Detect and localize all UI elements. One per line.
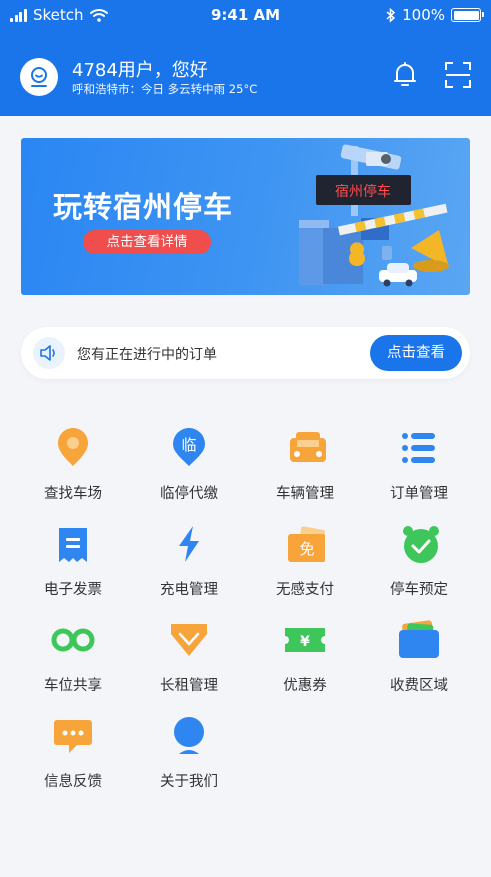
menu-charging-management[interactable]: 充电管理 (134, 524, 244, 604)
banner-title: 玩转宿州停车 (53, 190, 234, 224)
lightning-icon (179, 526, 199, 562)
menu-label: 车位共享 (44, 678, 102, 694)
alarm-clock-icon (403, 526, 439, 563)
chat-bubble-icon (54, 720, 92, 753)
promo-banner[interactable]: 玩转宿州停车 点击查看详情 宿州停车 (21, 138, 470, 295)
menu-vehicle-management[interactable]: 车辆管理 (250, 428, 360, 508)
header: 4784用户，您好 呼和浩特市：今日 多云转中雨 25°C (0, 30, 491, 116)
ongoing-order-notice: 您有正在进行中的订单 点击查看 (21, 327, 470, 379)
user-avatar-icon (31, 67, 47, 87)
status-bar: Sketch 9:41 AM 100% (0, 0, 491, 30)
infinity-icon (51, 628, 95, 652)
avatar[interactable] (20, 58, 58, 96)
location-pin-icon (58, 428, 88, 466)
menu-order-management[interactable]: 订单管理 (364, 428, 474, 508)
menu-feedback[interactable]: 信息反馈 (18, 716, 128, 796)
menu-label: 收费区域 (390, 678, 448, 694)
menu-label: 充电管理 (160, 582, 218, 598)
view-order-button[interactable]: 点击查看 (370, 335, 462, 371)
car-icon (290, 432, 326, 462)
invoice-icon (59, 528, 87, 562)
menu-temp-parking-pay[interactable]: 临 临停代缴 (134, 428, 244, 508)
list-icon (402, 433, 435, 463)
diamond-icon (171, 624, 207, 656)
speaker-icon (33, 337, 65, 369)
menu-coupons[interactable]: ¥ 优惠券 (250, 620, 360, 700)
notice-text: 您有正在进行中的订单 (77, 347, 217, 363)
coupon-icon: ¥ (285, 628, 325, 652)
parking-gate-illustration: 宿州停车 (299, 144, 449, 287)
menu-label: 停车预定 (390, 582, 448, 598)
menu-label: 关于我们 (160, 774, 218, 790)
temp-parking-glyph: 临 (181, 436, 196, 454)
scan-icon[interactable] (444, 61, 472, 89)
menu-label: 订单管理 (390, 486, 448, 502)
battery-percent: 100% (402, 6, 445, 24)
menu-label: 信息反馈 (44, 774, 102, 790)
menu-label: 优惠券 (283, 678, 327, 694)
wallet-icon (399, 620, 439, 658)
battery-icon (451, 8, 484, 22)
menu-label: 临停代缴 (160, 486, 218, 502)
menu-e-invoice[interactable]: 电子发票 (18, 524, 128, 604)
bluetooth-icon (386, 7, 396, 23)
sign-text: 宿州停车 (335, 183, 391, 200)
menu-label: 查找车场 (44, 486, 102, 502)
free-glyph: 免 (299, 540, 314, 558)
menu-spot-sharing[interactable]: 车位共享 (18, 620, 128, 700)
banner-detail-button[interactable]: 点击查看详情 (83, 230, 211, 254)
menu-find-parking[interactable]: 查找车场 (18, 428, 128, 508)
menu-label: 电子发票 (44, 582, 102, 598)
menu-seamless-payment[interactable]: 免 无感支付 (250, 524, 360, 604)
bell-icon[interactable] (392, 60, 418, 90)
menu-charging-area[interactable]: 收费区域 (364, 620, 474, 700)
person-pin-icon (174, 717, 204, 754)
temp-parking-icon: 临 (173, 428, 205, 466)
menu-label: 无感支付 (276, 582, 334, 598)
menu-label: 长租管理 (160, 678, 218, 694)
weather-text: 呼和浩特市：今日 多云转中雨 25°C (72, 82, 258, 96)
menu-about-us[interactable]: 关于我们 (134, 716, 244, 796)
free-ticket-icon: 免 (288, 526, 325, 562)
greeting-text: 4784用户，您好 (72, 60, 208, 81)
coupon-glyph: ¥ (300, 634, 310, 650)
menu-parking-reservation[interactable]: 停车预定 (364, 524, 474, 604)
menu-label: 车辆管理 (276, 486, 334, 502)
menu-long-term-rent[interactable]: 长租管理 (134, 620, 244, 700)
